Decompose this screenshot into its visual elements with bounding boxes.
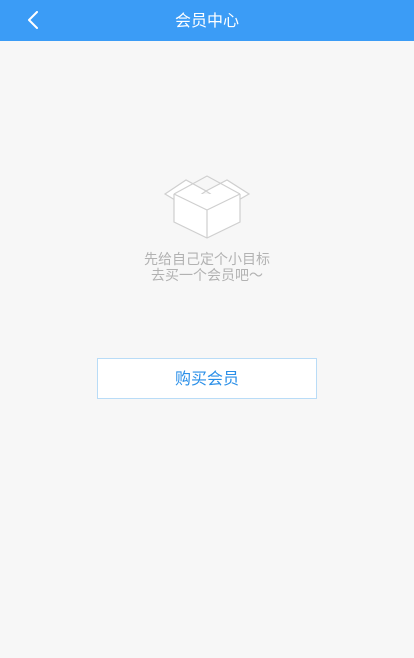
buy-membership-button[interactable]: 购买会员: [97, 358, 317, 399]
empty-state-line-2: 去买一个会员吧～: [151, 268, 263, 284]
empty-box-icon: [163, 175, 251, 239]
top-bar: 会员中心: [0, 0, 414, 41]
member-center-screen: 会员中心 先给自己定个小目标 去买一个会员吧～ 购买会员: [0, 0, 414, 658]
empty-state-message: 先给自己定个小目标 去买一个会员吧～: [0, 252, 414, 284]
empty-state-line-1: 先给自己定个小目标: [144, 252, 270, 268]
page-title: 会员中心: [174, 11, 239, 30]
